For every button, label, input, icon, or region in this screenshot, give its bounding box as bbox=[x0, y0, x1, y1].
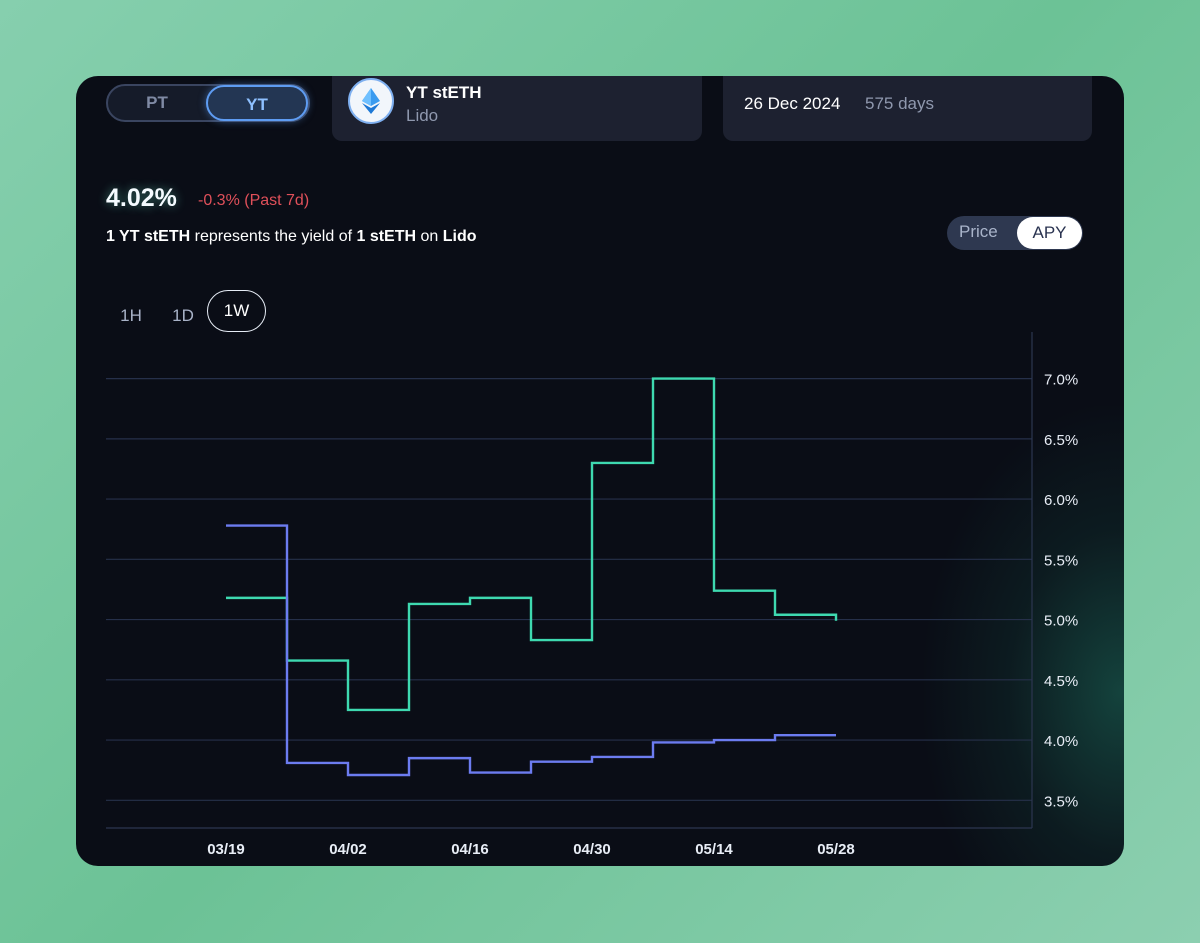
x-tick-label: 03/19 bbox=[207, 841, 245, 858]
y-tick-label: 4.0% bbox=[1044, 733, 1078, 750]
series-line-0 bbox=[226, 377, 838, 712]
x-tick-label: 04/16 bbox=[451, 841, 489, 858]
y-tick-label: 7.0% bbox=[1044, 372, 1078, 389]
y-tick-label: 5.5% bbox=[1044, 552, 1078, 569]
series-line-1 bbox=[226, 524, 836, 777]
apy-chart: 7.0% 6.5% 6.0% 5.5% 5.0% 4.5% 4.0% 3.5% 03/19 04/… bbox=[106, 332, 1078, 858]
y-tick-label: 3.5% bbox=[1044, 793, 1078, 810]
y-tick-label: 6.0% bbox=[1044, 492, 1078, 509]
chart-card: PT YT YT stETH Lido 26 Dec 2024 575 days… bbox=[76, 76, 1124, 866]
y-tick-label: 4.5% bbox=[1044, 673, 1078, 690]
x-tick-label: 05/28 bbox=[817, 841, 855, 858]
x-tick-label: 05/14 bbox=[695, 841, 733, 858]
x-tick-label: 04/02 bbox=[329, 841, 367, 858]
y-tick-label: 6.5% bbox=[1044, 432, 1078, 449]
y-tick-label: 5.0% bbox=[1044, 613, 1078, 630]
x-tick-label: 04/30 bbox=[573, 841, 611, 858]
